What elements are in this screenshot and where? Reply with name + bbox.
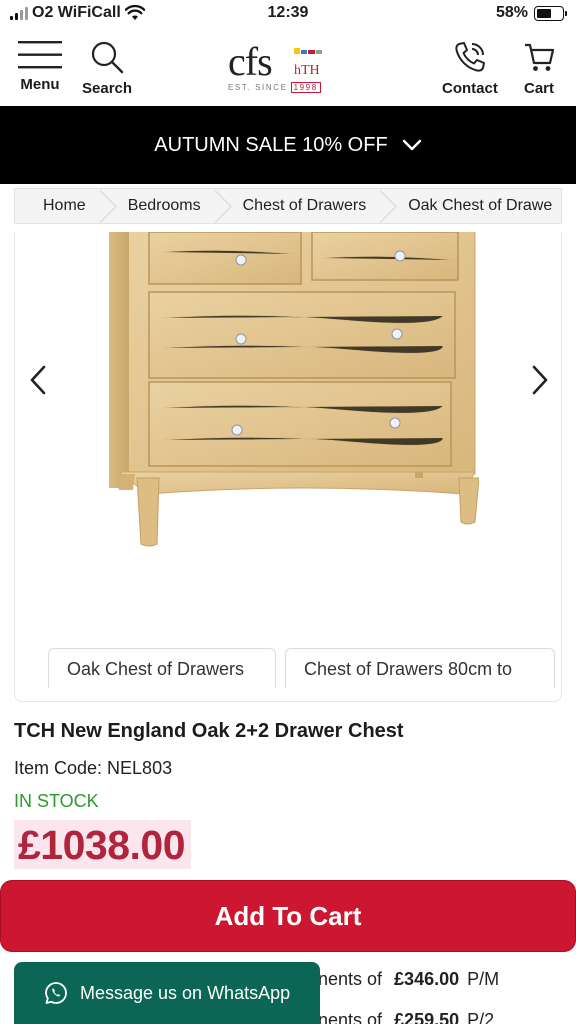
chevron-down-icon (402, 139, 421, 151)
menu-button[interactable]: Menu (18, 40, 62, 93)
breadcrumb-oak-chest[interactable]: Oak Chest of Drawe (386, 189, 561, 223)
search-label: Search (82, 80, 133, 97)
installment-amount: £259.50 (394, 1010, 460, 1024)
logo-furniture-icon: hTH (294, 48, 322, 78)
site-header: Menu Search cfs hTH EST. SINCE 1998 Conta… (0, 30, 576, 106)
installment-prefix: nents of (318, 969, 383, 989)
cart-label: Cart (523, 80, 554, 97)
logo-year: 1998 (290, 82, 321, 93)
contact-label: Contact (442, 80, 498, 97)
battery-icon (534, 5, 567, 21)
installment-amount: £346.00 (394, 969, 460, 989)
sale-banner[interactable]: AUTUMN SALE 10% OFF (0, 106, 576, 184)
cart-icon (525, 43, 555, 71)
gallery-thumb-1[interactable]: Oak Chest of Drawers (48, 648, 276, 688)
chevron-left-icon (30, 365, 46, 395)
logo-mark-text: hTH (294, 63, 320, 78)
hamburger-icon (18, 41, 62, 69)
logo-wordmark: cfs (228, 39, 273, 84)
product-gallery: Oak Chest of Drawers Chest of Drawers 80… (14, 232, 562, 702)
clock: 12:39 (267, 4, 309, 21)
contact-button[interactable]: Contact (442, 40, 498, 97)
cart-button[interactable]: Cart (522, 40, 556, 97)
breadcrumb-home[interactable]: Home (15, 189, 106, 223)
status-bar: O2 WiFiCall 12:39 58% (0, 0, 576, 30)
installment-prefix: nents of (318, 1010, 383, 1024)
breadcrumb-chest-of-drawers[interactable]: Chest of Drawers (221, 189, 387, 223)
installment-option: nents of £259.50 P/2 (318, 1010, 494, 1024)
product-price: £1038.00 (14, 820, 192, 869)
logo-established: EST. SINCE 1998 (228, 82, 321, 93)
installment-period: P/2 (467, 1010, 495, 1024)
battery-percent: 58% (495, 4, 528, 21)
gallery-next-button[interactable] (525, 360, 555, 400)
breadcrumb-bedrooms[interactable]: Bedrooms (106, 189, 221, 223)
item-code: Item Code: NEL803 (14, 758, 173, 778)
chevron-right-icon (532, 365, 548, 395)
battery-status: 58% (495, 4, 567, 22)
sale-banner-text: AUTUMN SALE 10% OFF (154, 133, 388, 156)
installment-period: P/M (467, 969, 500, 989)
gallery-prev-button[interactable] (23, 360, 53, 400)
search-icon (91, 41, 124, 74)
logo-est-label: EST. SINCE (228, 83, 288, 92)
stock-status: IN STOCK (14, 791, 99, 811)
product-title: TCH New England Oak 2+2 Drawer Chest (14, 720, 404, 742)
whatsapp-label: Message us on WhatsApp (80, 982, 291, 1003)
site-logo[interactable]: cfs hTH EST. SINCE 1998 (228, 40, 338, 98)
search-button[interactable]: Search (82, 40, 132, 97)
installment-option: nents of £346.00 P/M (318, 969, 499, 990)
gallery-thumb-2[interactable]: Chest of Drawers 80cm to (285, 648, 555, 688)
product-image (109, 232, 479, 547)
phone-icon (455, 42, 485, 72)
whatsapp-chat-button[interactable]: Message us on WhatsApp (14, 962, 320, 1024)
add-to-cart-button[interactable]: Add To Cart (0, 880, 576, 952)
menu-label: Menu (20, 76, 60, 93)
whatsapp-icon (45, 982, 67, 1004)
breadcrumb: Home Bedrooms Chest of Drawers Oak Chest… (14, 188, 562, 224)
